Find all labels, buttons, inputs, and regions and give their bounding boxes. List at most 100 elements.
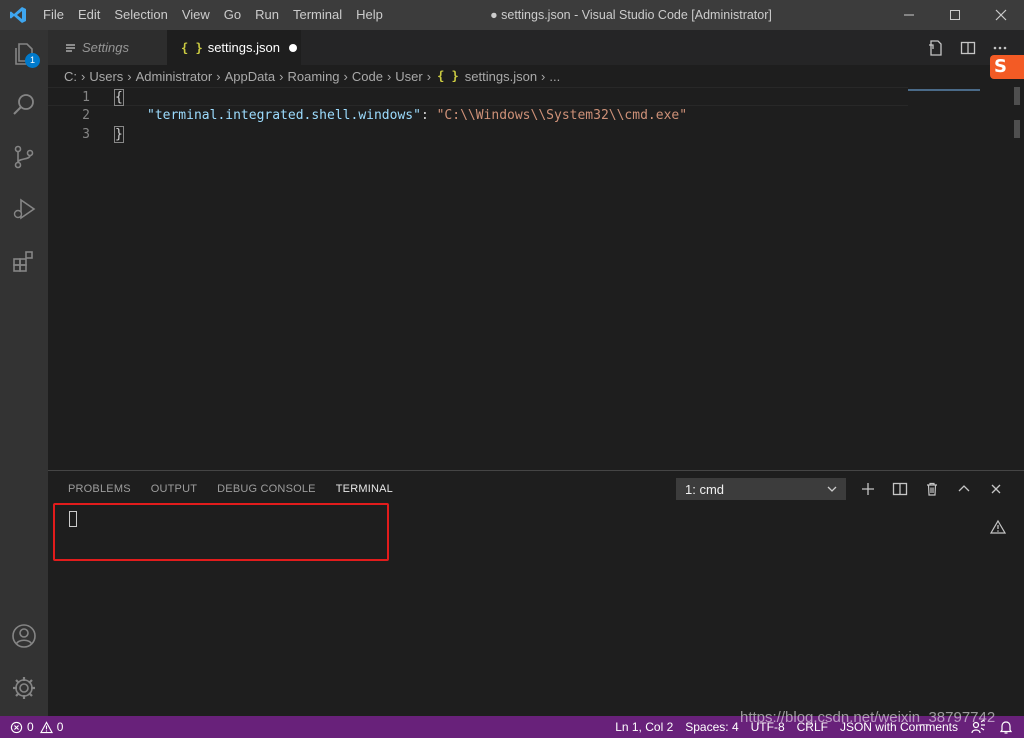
debug-icon (13, 198, 36, 220)
vscode-logo-icon (0, 0, 36, 30)
bell-icon[interactable] (998, 719, 1014, 735)
list-icon (66, 43, 75, 52)
warning-icon (39, 720, 53, 733)
menu-help[interactable]: Help (349, 0, 390, 30)
accounts-button[interactable] (0, 612, 48, 660)
json-value: "C:\\Windows\\System32\\cmd.exe" (436, 108, 688, 123)
menu-go[interactable]: Go (217, 0, 248, 30)
error-count: 0 (27, 720, 34, 734)
source-control-button[interactable] (0, 133, 48, 181)
terminal-warning-button[interactable] (986, 515, 1010, 539)
activity-bar: 1 (0, 30, 48, 716)
chevron-right-icon: › (386, 68, 392, 84)
plus-icon (862, 483, 874, 495)
warning-count: 0 (56, 720, 64, 734)
breadcrumb-item[interactable]: C: (64, 69, 77, 84)
extensions-button[interactable] (0, 238, 48, 286)
title-bar: File Edit Selection View Go Run Terminal… (0, 0, 1024, 30)
run-debug-button[interactable] (0, 185, 48, 233)
terminal-instance-label: 1: cmd (685, 481, 725, 497)
breadcrumb-item[interactable]: AppData (225, 69, 276, 84)
unsaved-dot-icon[interactable] (288, 43, 297, 52)
close-window-button[interactable] (978, 0, 1024, 30)
open-brace: { (114, 89, 124, 106)
menu-selection[interactable]: Selection (107, 0, 174, 30)
breadcrumb-item[interactable]: Users (89, 69, 123, 84)
menu-bar: File Edit Selection View Go Run Terminal… (36, 0, 390, 30)
search-button[interactable] (0, 81, 48, 129)
breadcrumb-item[interactable]: Code (352, 69, 383, 84)
menu-view[interactable]: View (175, 0, 217, 30)
tab-debug-console[interactable]: DEBUG CONSOLE (217, 483, 316, 495)
menu-terminal[interactable]: Terminal (286, 0, 349, 30)
extensions-icon (13, 251, 33, 272)
maximize-panel-button[interactable] (952, 477, 976, 501)
watermark: https://blog.csdn.net/weixin_38797742 (740, 709, 996, 726)
maximize-icon (950, 10, 960, 20)
search-icon (13, 94, 34, 115)
minimap[interactable] (908, 87, 1002, 97)
split-terminal-icon (892, 482, 908, 496)
source-control-icon (14, 145, 34, 169)
menu-run[interactable]: Run (248, 0, 286, 30)
tab-problems[interactable]: PROBLEMS (68, 483, 131, 495)
trash-icon (927, 482, 937, 496)
kill-terminal-button[interactable] (920, 477, 944, 501)
status-problems[interactable]: 0 0 (10, 716, 63, 738)
chevron-right-icon: › (127, 68, 132, 84)
close-icon (995, 9, 1007, 21)
minimize-button[interactable] (886, 0, 932, 30)
line-number: 2 (82, 108, 90, 123)
panel-actions (856, 477, 1008, 501)
chevron-right-icon: › (81, 68, 86, 84)
chevron-right-icon: › (343, 68, 348, 84)
close-panel-button[interactable] (984, 477, 1008, 501)
close-icon (991, 484, 1001, 494)
open-settings-ui-button[interactable] (924, 36, 948, 60)
breadcrumb-item[interactable]: Administrator (136, 69, 213, 84)
split-editor-icon (960, 41, 976, 54)
tab-terminal[interactable]: TERMINAL (336, 483, 393, 495)
window-controls (886, 0, 1024, 30)
panel-tabs: PROBLEMS OUTPUT DEBUG CONSOLE TERMINAL (68, 471, 393, 507)
line-content: } (114, 125, 124, 144)
menu-file[interactable]: File (36, 0, 71, 30)
gear-icon (13, 677, 35, 699)
chevron-right-icon: › (541, 68, 546, 84)
breadcrumb: C: › Users › Administrator › AppData › Roami… (48, 65, 908, 87)
line-content: { (114, 88, 124, 107)
indentation[interactable]: Spaces: 4 (685, 720, 738, 734)
code-editor[interactable]: 1 { 2 "terminal.integrated.shell.windows… (48, 87, 1024, 470)
line-number: 1 (82, 90, 90, 105)
breadcrumb-file[interactable]: settings.json (465, 69, 537, 84)
breadcrumb-item[interactable]: Roaming (288, 69, 340, 84)
json-colon: : (420, 108, 437, 123)
chevron-right-icon: › (279, 68, 284, 84)
breadcrumb-item[interactable]: User (395, 69, 422, 84)
explorer-button[interactable]: 1 (0, 30, 48, 78)
cursor-position[interactable]: Ln 1, Col 2 (615, 720, 673, 734)
tab-settings[interactable]: Settings (48, 30, 167, 65)
tab-settings-json-label: settings.json (207, 40, 280, 55)
overview-ruler-marker (1014, 120, 1020, 138)
maximize-button[interactable] (932, 0, 978, 30)
terminal-cursor (69, 511, 77, 527)
minimize-icon (904, 14, 914, 16)
split-terminal-button[interactable] (888, 477, 912, 501)
terminal-highlight-box[interactable] (53, 503, 389, 561)
menu-edit[interactable]: Edit (71, 0, 107, 30)
tab-output[interactable]: OUTPUT (151, 483, 197, 495)
terminal-instance-select[interactable]: 1: cmd (676, 478, 846, 500)
ime-logo-icon[interactable]: S (990, 55, 1024, 79)
json-braces-icon: { } (181, 40, 203, 55)
close-brace: } (114, 126, 124, 143)
split-editor-button[interactable] (956, 36, 980, 60)
breadcrumb-symbol[interactable]: ... (549, 69, 560, 84)
new-terminal-button[interactable] (856, 477, 880, 501)
error-icon (10, 721, 23, 733)
ellipsis-icon (993, 46, 1007, 49)
tab-settings-json[interactable]: { } settings.json (167, 30, 301, 65)
account-icon (12, 624, 36, 648)
chevron-right-icon: › (216, 68, 221, 84)
manage-button[interactable] (0, 664, 48, 712)
